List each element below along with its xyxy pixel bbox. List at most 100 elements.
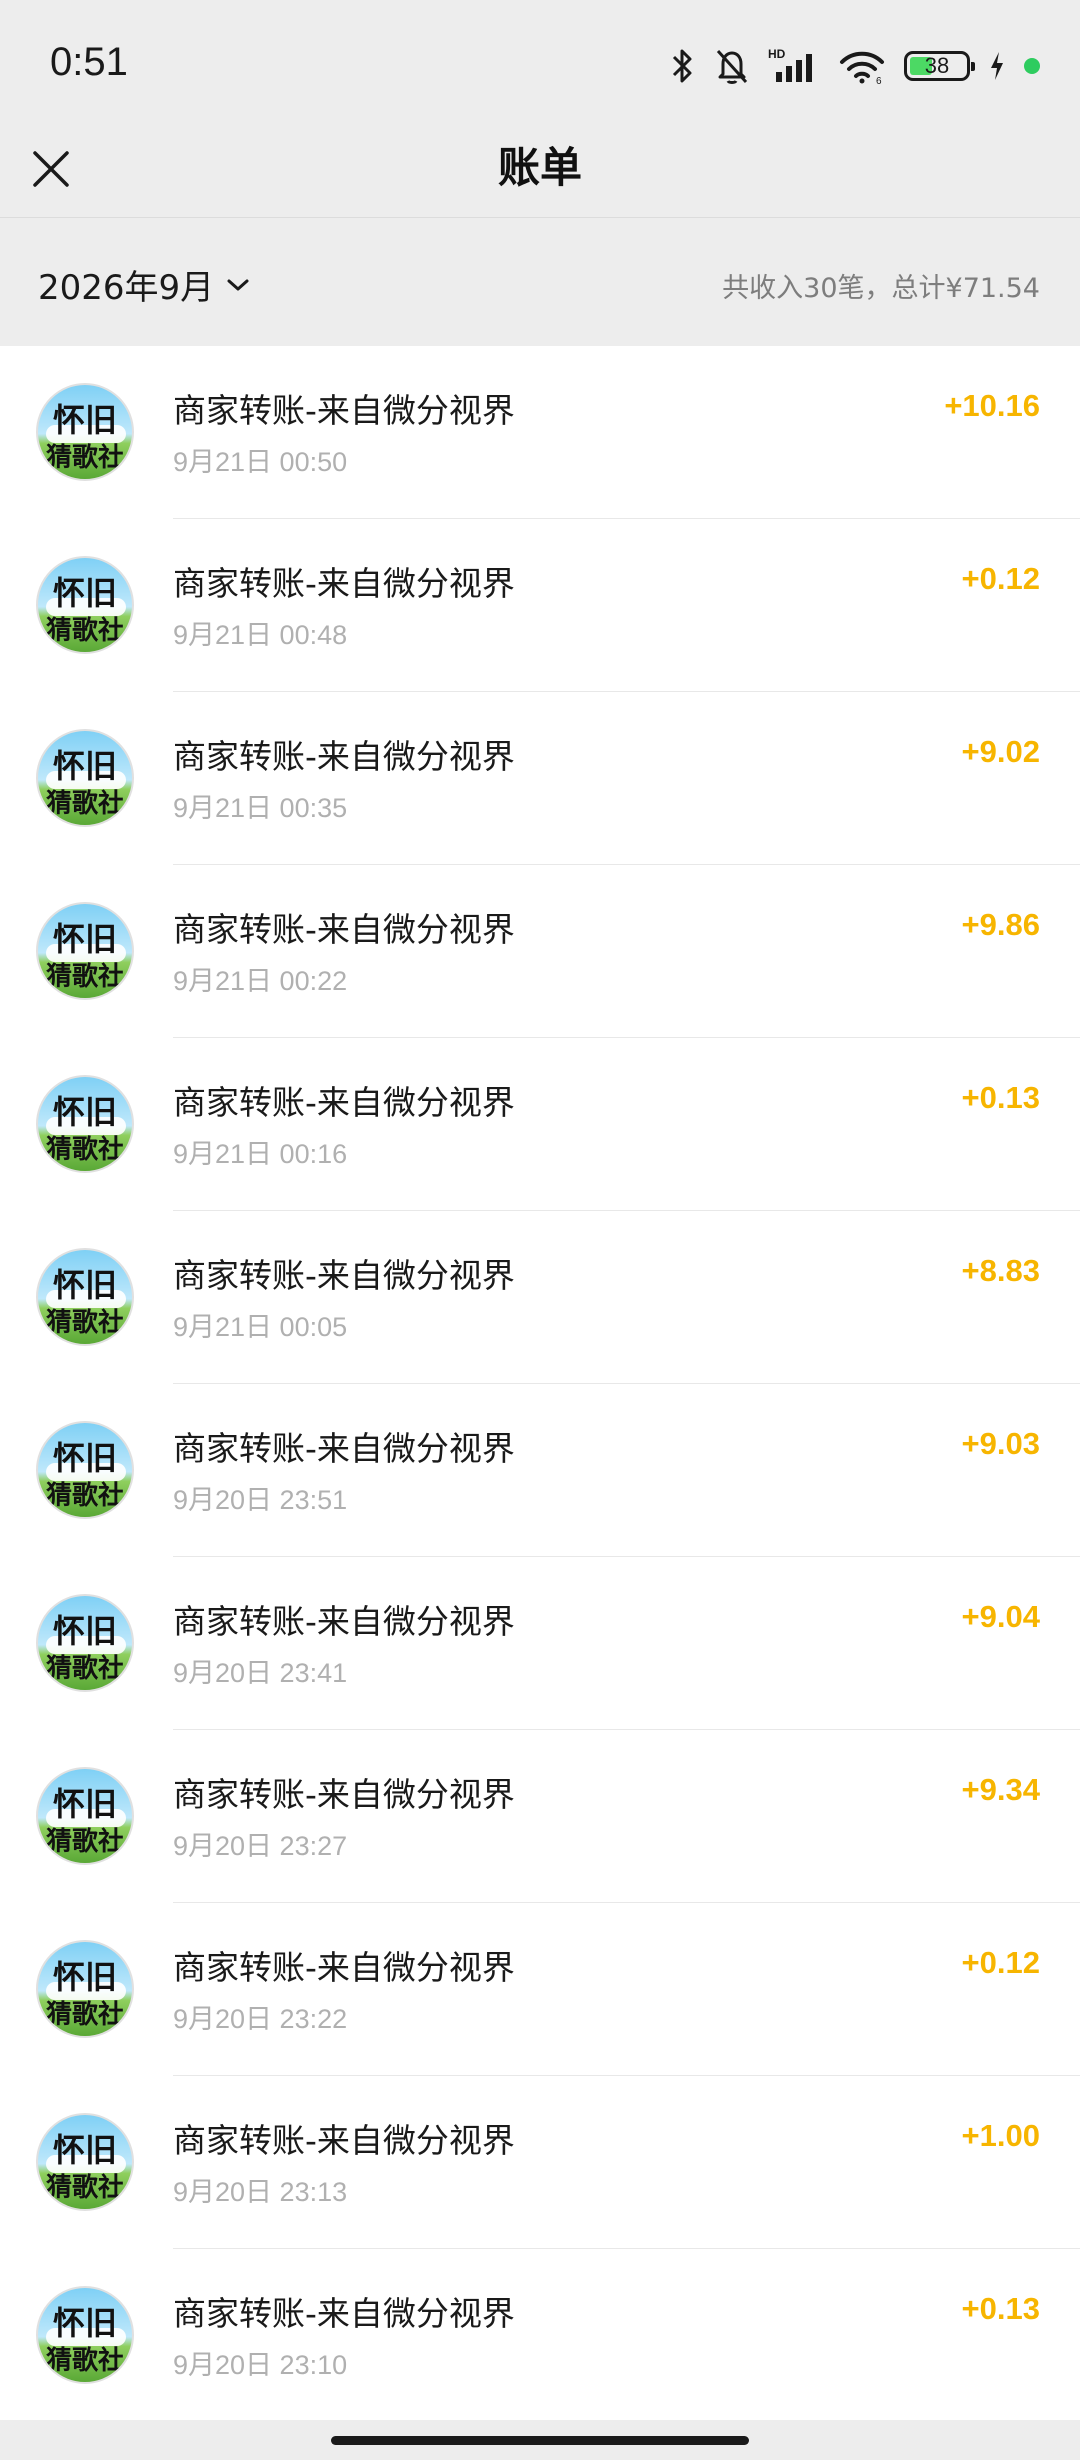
transaction-amount: +9.03 bbox=[961, 1426, 1040, 1461]
merchant-avatar: 怀旧 猜歌社 bbox=[36, 1248, 134, 1346]
transaction-row[interactable]: 怀旧 猜歌社 商家转账-来自微分视界 9月21日 00:16 +0.13 bbox=[0, 1038, 1080, 1211]
transaction-title: 商家转账-来自微分视界 bbox=[173, 1429, 515, 1468]
transaction-amount: +9.86 bbox=[961, 907, 1040, 942]
avatar-text-top: 怀旧 bbox=[52, 574, 117, 612]
merchant-avatar: 怀旧 猜歌社 bbox=[36, 2286, 134, 2384]
transaction-amount: +0.12 bbox=[961, 1945, 1040, 1980]
avatar-text-bottom: 猜歌社 bbox=[45, 443, 124, 473]
merchant-avatar: 怀旧 猜歌社 bbox=[36, 2113, 134, 2211]
merchant-avatar: 怀旧 猜歌社 bbox=[36, 1594, 134, 1692]
transaction-title: 商家转账-来自微分视界 bbox=[173, 2121, 515, 2160]
income-summary: 共收入30笔，总计¥71.54 bbox=[722, 273, 1040, 304]
month-picker[interactable]: 2026年9月 bbox=[38, 260, 250, 309]
transaction-title: 商家转账-来自微分视界 bbox=[173, 391, 515, 430]
avatar-text-top: 怀旧 bbox=[52, 1785, 117, 1823]
transaction-amount: +9.04 bbox=[961, 1599, 1040, 1634]
avatar-text-top: 怀旧 bbox=[52, 920, 117, 958]
transaction-title: 商家转账-来自微分视界 bbox=[173, 737, 515, 776]
merchant-avatar: 怀旧 猜歌社 bbox=[36, 1767, 134, 1865]
nav-bar: 账单 bbox=[0, 120, 1080, 218]
avatar-text-bottom: 猜歌社 bbox=[45, 1827, 124, 1857]
merchant-avatar: 怀旧 猜歌社 bbox=[36, 1940, 134, 2038]
transaction-title: 商家转账-来自微分视界 bbox=[173, 1256, 515, 1295]
transaction-time: 9月21日 00:50 bbox=[173, 447, 348, 477]
avatar-text-bottom: 猜歌社 bbox=[45, 1654, 124, 1684]
avatar-text-bottom: 猜歌社 bbox=[45, 962, 124, 992]
transaction-title: 商家转账-来自微分视界 bbox=[173, 2294, 515, 2333]
avatar-text-top: 怀旧 bbox=[52, 1093, 117, 1131]
avatar-text-top: 怀旧 bbox=[52, 1958, 117, 1996]
transaction-amount: +0.13 bbox=[961, 1080, 1040, 1115]
transaction-time: 9月20日 23:27 bbox=[173, 1831, 348, 1861]
transaction-title: 商家转账-来自微分视界 bbox=[173, 910, 515, 949]
avatar-text-top: 怀旧 bbox=[52, 2131, 117, 2169]
transaction-row[interactable]: 怀旧 猜歌社 商家转账-来自微分视界 9月20日 23:51 +9.03 bbox=[0, 1384, 1080, 1557]
avatar-text-bottom: 猜歌社 bbox=[45, 1308, 124, 1338]
merchant-avatar: 怀旧 猜歌社 bbox=[36, 1421, 134, 1519]
avatar-text-bottom: 猜歌社 bbox=[45, 2000, 124, 2030]
transaction-time: 9月21日 00:22 bbox=[173, 966, 348, 996]
transaction-row[interactable]: 怀旧 猜歌社 商家转账-来自微分视界 9月20日 23:13 +1.00 bbox=[0, 2076, 1080, 2249]
transaction-title: 商家转账-来自微分视界 bbox=[173, 1775, 515, 1814]
avatar-text-bottom: 猜歌社 bbox=[45, 616, 124, 646]
transaction-time: 9月20日 23:10 bbox=[173, 2350, 348, 2380]
merchant-avatar: 怀旧 猜歌社 bbox=[36, 556, 134, 654]
battery-level: 38 bbox=[924, 53, 950, 78]
battery-icon: 38 bbox=[904, 51, 975, 81]
avatar-text-bottom: 猜歌社 bbox=[45, 2346, 124, 2376]
transaction-row[interactable]: 怀旧 猜歌社 商家转账-来自微分视界 9月21日 00:05 +8.83 bbox=[0, 1211, 1080, 1384]
home-area bbox=[0, 2420, 1080, 2460]
transaction-row[interactable]: 怀旧 猜歌社 商家转账-来自微分视界 9月20日 23:27 +9.34 bbox=[0, 1730, 1080, 1903]
transaction-time: 9月21日 00:48 bbox=[173, 620, 348, 650]
avatar-text-top: 怀旧 bbox=[52, 1612, 117, 1650]
avatar-text-bottom: 猜歌社 bbox=[45, 1481, 124, 1511]
avatar-text-top: 怀旧 bbox=[52, 2304, 117, 2342]
avatar-text-top: 怀旧 bbox=[52, 401, 117, 439]
avatar-text-bottom: 猜歌社 bbox=[45, 1135, 124, 1165]
wifi-icon: 6 bbox=[840, 51, 884, 86]
transaction-row[interactable]: 怀旧 猜歌社 商家转账-来自微分视界 9月20日 23:22 +0.12 bbox=[0, 1903, 1080, 2076]
summary-bar: 2026年9月 共收入30笔，总计¥71.54 bbox=[0, 218, 1080, 346]
transaction-row[interactable]: 怀旧 猜歌社 商家转账-来自微分视界 9月21日 00:48 +0.12 bbox=[0, 519, 1080, 692]
transaction-time: 9月20日 23:13 bbox=[173, 2177, 348, 2207]
transaction-row[interactable]: 怀旧 猜歌社 商家转账-来自微分视界 9月20日 23:41 +9.04 bbox=[0, 1557, 1080, 1730]
hd-signal-icon: HD bbox=[768, 47, 812, 82]
transaction-time: 9月20日 23:41 bbox=[173, 1658, 348, 1688]
transaction-time: 9月21日 00:05 bbox=[173, 1312, 348, 1342]
status-icons: HD 6 38 bbox=[670, 44, 1040, 88]
transaction-amount: +0.13 bbox=[961, 2291, 1040, 2326]
status-time: 0:51 bbox=[50, 40, 128, 84]
svg-text:6: 6 bbox=[876, 76, 882, 86]
avatar-text-bottom: 猜歌社 bbox=[45, 2173, 124, 2203]
avatar-text-top: 怀旧 bbox=[52, 747, 117, 785]
transaction-row[interactable]: 怀旧 猜歌社 商家转账-来自微分视界 9月20日 23:10 +0.13 bbox=[0, 2249, 1080, 2420]
transaction-title: 商家转账-来自微分视界 bbox=[173, 1083, 515, 1122]
transaction-amount: +8.83 bbox=[961, 1253, 1040, 1288]
transaction-time: 9月21日 00:35 bbox=[173, 793, 348, 823]
bluetooth-icon bbox=[672, 49, 692, 83]
transaction-list: 怀旧 猜歌社 商家转账-来自微分视界 9月21日 00:50 +10.16 怀旧… bbox=[0, 346, 1080, 2420]
transaction-title: 商家转账-来自微分视界 bbox=[173, 564, 515, 603]
merchant-avatar: 怀旧 猜歌社 bbox=[36, 902, 134, 1000]
month-label: 2026年9月 bbox=[38, 268, 215, 308]
transaction-time: 9月20日 23:22 bbox=[173, 2004, 348, 2034]
merchant-avatar: 怀旧 猜歌社 bbox=[36, 729, 134, 827]
phone-screen: 0:51 HD 6 38 账单 2026年9月 共收入30笔，总计¥71.54 … bbox=[0, 0, 1080, 2460]
transaction-row[interactable]: 怀旧 猜歌社 商家转账-来自微分视界 9月21日 00:50 +10.16 bbox=[0, 346, 1080, 519]
transaction-title: 商家转账-来自微分视界 bbox=[173, 1602, 515, 1641]
transaction-amount: +9.34 bbox=[961, 1772, 1040, 1807]
home-indicator[interactable] bbox=[331, 2436, 749, 2445]
page-title: 账单 bbox=[497, 143, 582, 192]
transaction-row[interactable]: 怀旧 猜歌社 商家转账-来自微分视界 9月21日 00:35 +9.02 bbox=[0, 692, 1080, 865]
transaction-time: 9月21日 00:16 bbox=[173, 1139, 348, 1169]
avatar-text-top: 怀旧 bbox=[52, 1266, 117, 1304]
merchant-avatar: 怀旧 猜歌社 bbox=[36, 1075, 134, 1173]
status-bar: 0:51 HD 6 38 bbox=[0, 0, 1080, 120]
transaction-row[interactable]: 怀旧 猜歌社 商家转账-来自微分视界 9月21日 00:22 +9.86 bbox=[0, 865, 1080, 1038]
avatar-text-top: 怀旧 bbox=[52, 1439, 117, 1477]
transaction-time: 9月20日 23:51 bbox=[173, 1485, 348, 1515]
privacy-indicator-dot bbox=[1024, 58, 1040, 74]
merchant-avatar: 怀旧 猜歌社 bbox=[36, 383, 134, 481]
transaction-amount: +1.00 bbox=[961, 2118, 1040, 2153]
avatar-text-bottom: 猜歌社 bbox=[45, 789, 124, 819]
